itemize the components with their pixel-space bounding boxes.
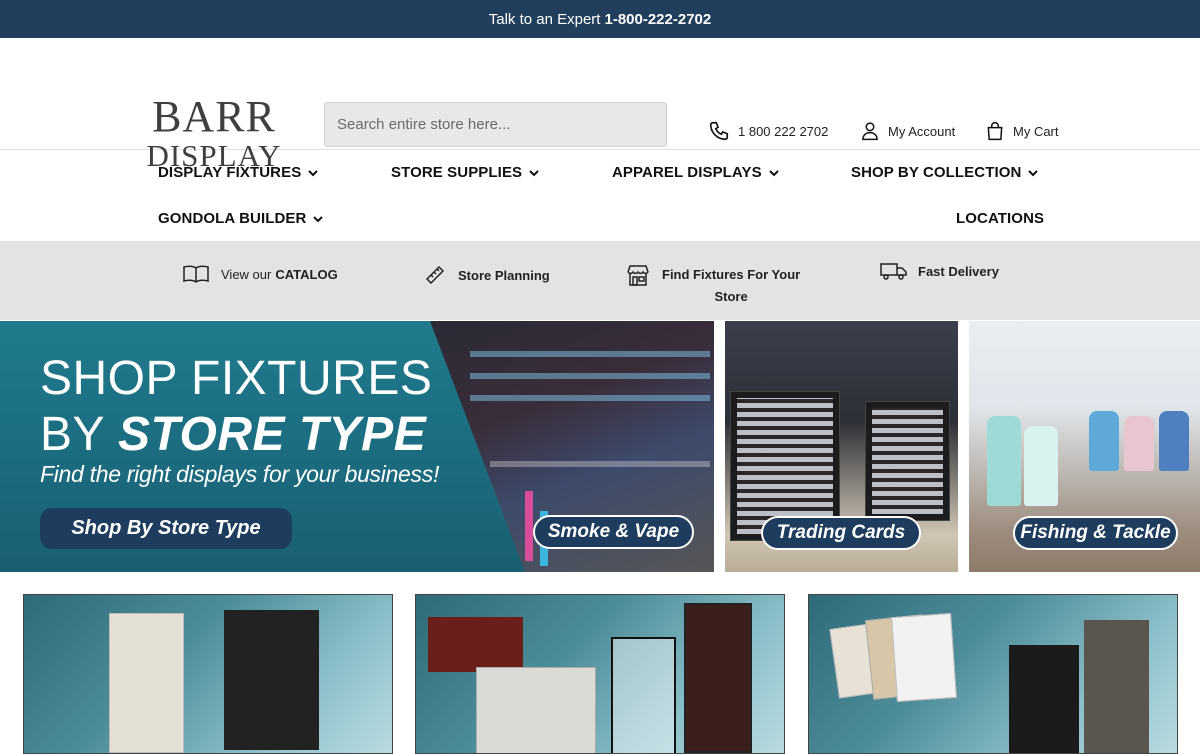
fast-delivery-label: Fast Delivery <box>918 263 999 279</box>
open-book-icon <box>183 265 209 283</box>
hero-subtitle: Find the right displays for your busines… <box>40 461 440 487</box>
catalog-label: CATALOG <box>275 266 338 282</box>
store-planning-label: Store Planning <box>458 267 550 283</box>
hero-line2-emphasis: STORE TYPE <box>118 408 427 461</box>
view-catalog-link[interactable]: View our CATALOG <box>183 264 338 284</box>
store-type-banner: SHOP FIXTURES BY STORE TYPE Find the rig… <box>0 321 1200 572</box>
trading-cards-tile[interactable]: Trading Cards <box>725 321 958 572</box>
black-gondola-image <box>224 610 319 750</box>
my-account-link[interactable]: My Account <box>860 120 955 142</box>
white-showcase-image <box>476 667 596 753</box>
chevron-down-icon <box>529 169 539 176</box>
my-cart-link[interactable]: My Cart <box>985 120 1059 142</box>
slatwall-card[interactable] <box>808 594 1178 754</box>
find-fixtures-line1: Find Fixtures For Your <box>662 267 801 282</box>
nav-display-fixtures[interactable]: DISPLAY FIXTURES <box>158 164 319 181</box>
glass-tower-image <box>611 637 676 753</box>
hero-headline: SHOP FIXTURES BY STORE TYPE <box>40 351 432 463</box>
shop-by-store-type-button[interactable]: Shop By Store Type <box>40 508 292 549</box>
find-fixtures-link[interactable]: Find Fixtures For Your Store <box>626 264 800 308</box>
fishing-tackle-button[interactable]: Fishing & Tackle <box>1013 516 1178 550</box>
hero-line2-prefix: BY <box>40 408 105 461</box>
find-fixtures-line2: Store <box>714 289 748 304</box>
nav-label: APPAREL DISPLAYS <box>612 164 762 181</box>
product-category-grid <box>0 594 1200 754</box>
nav-apparel-displays[interactable]: APPAREL DISPLAYS <box>612 164 780 181</box>
user-icon <box>862 122 878 141</box>
nav-shop-by-collection[interactable]: SHOP BY COLLECTION <box>851 164 1039 181</box>
fast-delivery-link[interactable]: Fast Delivery <box>880 261 999 281</box>
catalog-prefix: View our <box>221 266 272 282</box>
nav-label: DISPLAY FIXTURES <box>158 164 302 181</box>
chevron-down-icon <box>313 215 324 222</box>
hero-panel[interactable]: SHOP FIXTURES BY STORE TYPE Find the rig… <box>0 321 714 572</box>
storefront-icon <box>627 265 649 286</box>
slatwall-panel-white-image <box>891 613 957 702</box>
fishing-tackle-tile[interactable]: Fishing & Tackle <box>969 321 1200 572</box>
phone-icon <box>709 121 729 141</box>
chevron-down-icon <box>308 169 319 176</box>
cart-label: My Cart <box>1013 123 1059 139</box>
logo-line1: BARR <box>152 92 276 141</box>
trading-cards-button[interactable]: Trading Cards <box>761 516 921 550</box>
main-navigation: DISPLAY FIXTURES STORE SUPPLIES APPAREL … <box>0 150 1200 242</box>
shopping-bag-icon <box>987 122 1003 141</box>
hero-line1: SHOP FIXTURES <box>40 352 433 405</box>
expert-prefix: Talk to an Expert <box>488 10 601 28</box>
account-label: My Account <box>888 123 956 139</box>
nav-store-supplies[interactable]: STORE SUPPLIES <box>391 164 540 181</box>
gondola-shelving-card[interactable] <box>23 594 393 754</box>
search-input[interactable] <box>324 102 667 147</box>
nav-label: STORE SUPPLIES <box>391 164 523 181</box>
smoke-vape-button[interactable]: Smoke & Vape <box>533 515 694 549</box>
grey-slatwall-gondola-image <box>1084 620 1149 753</box>
features-strip: View our CATALOG Store Planning Find Fix… <box>0 242 1200 320</box>
delivery-truck-icon <box>880 263 907 280</box>
showcase-counter-card[interactable] <box>415 594 785 754</box>
phone-label: 1 800 222 2702 <box>738 123 829 139</box>
store-planning-link[interactable]: Store Planning <box>424 264 550 286</box>
nav-locations[interactable]: LOCATIONS <box>956 210 1044 227</box>
nav-gondola-builder[interactable]: GONDOLA BUILDER <box>158 210 324 227</box>
nav-label: GONDOLA BUILDER <box>158 210 307 227</box>
ruler-icon <box>425 265 445 285</box>
tall-case-image <box>684 603 752 753</box>
nav-label: LOCATIONS <box>956 210 1045 227</box>
chevron-down-icon <box>1028 169 1039 176</box>
header-phone-link[interactable]: 1 800 222 2702 <box>708 120 828 142</box>
top-announcement-bar: Talk to an Expert 1-800-222-2702 <box>0 0 1200 38</box>
expert-phone-link[interactable]: 1-800-222-2702 <box>604 11 711 28</box>
find-fixtures-label: Find Fixtures For Your Store <box>662 264 800 308</box>
wood-counter-image <box>428 617 523 672</box>
black-slatwall-gondola-image <box>1009 645 1079 753</box>
gondola-unit-image <box>109 613 184 753</box>
chevron-down-icon <box>768 169 779 176</box>
nav-label: SHOP BY COLLECTION <box>851 164 1022 181</box>
site-header: BARR DISPLAY 1 800 222 2702 My Account M… <box>0 38 1200 171</box>
